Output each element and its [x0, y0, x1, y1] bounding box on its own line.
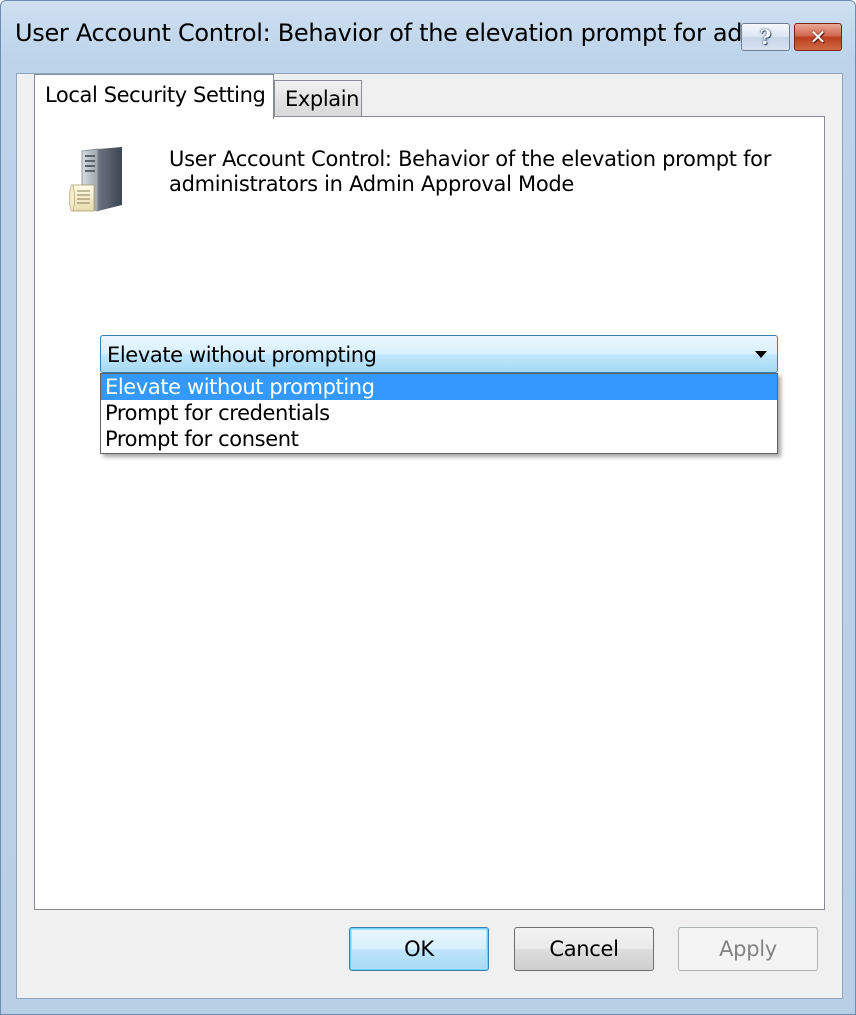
cancel-button[interactable]: Cancel: [514, 927, 654, 971]
option-prompt-for-credentials[interactable]: Prompt for credentials: [101, 400, 777, 426]
combobox-value: Elevate without prompting: [107, 343, 377, 367]
tab-label: Explain: [285, 87, 360, 111]
help-button[interactable]: ?: [741, 23, 790, 51]
tab-panel: User Account Control: Behavior of the el…: [34, 116, 825, 910]
window-title: User Account Control: Behavior of the el…: [15, 19, 788, 47]
tab-local-security-setting[interactable]: Local Security Setting: [34, 74, 274, 119]
title-bar[interactable]: User Account Control: Behavior of the el…: [1, 1, 855, 73]
server-policy-icon: [69, 147, 122, 212]
option-prompt-for-consent[interactable]: Prompt for consent: [101, 426, 777, 452]
tab-label: Local Security Setting: [45, 83, 266, 107]
dropdown-arrow-icon[interactable]: [755, 351, 767, 358]
option-elevate-without-prompting[interactable]: Elevate without prompting: [101, 374, 777, 400]
close-icon: ✕: [809, 25, 827, 49]
elevation-behavior-combobox[interactable]: Elevate without prompting: [100, 335, 778, 373]
ok-button[interactable]: OK: [349, 927, 489, 971]
dialog-client-area: Local Security Setting Explain User Acco…: [16, 73, 843, 999]
close-button[interactable]: ✕: [794, 23, 842, 51]
tab-explain[interactable]: Explain: [274, 80, 362, 116]
dropdown-list: Elevate without prompting Prompt for cre…: [100, 373, 778, 454]
help-icon: ?: [759, 25, 772, 49]
apply-button[interactable]: Apply: [678, 927, 818, 971]
dialog-window: User Account Control: Behavior of the el…: [0, 0, 856, 1015]
policy-title: User Account Control: Behavior of the el…: [169, 147, 772, 196]
